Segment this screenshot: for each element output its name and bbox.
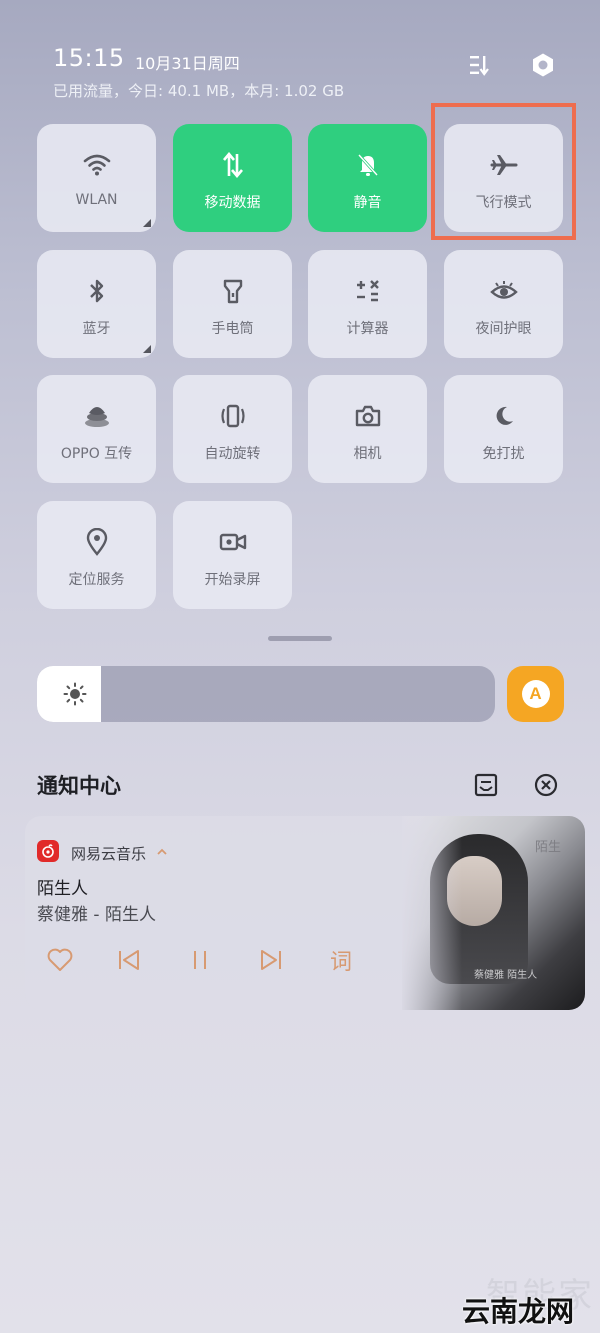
flashlight-icon	[218, 276, 248, 306]
expand-corner-icon	[143, 345, 151, 353]
drag-handle[interactable]	[268, 636, 332, 641]
notification-settings-icon[interactable]	[473, 772, 501, 800]
camera-icon	[353, 401, 383, 431]
tile-do-not-disturb[interactable]: 免打扰	[444, 375, 563, 483]
clock-time: 15:15	[53, 44, 125, 72]
tile-bluetooth[interactable]: 蓝牙	[37, 250, 156, 358]
tile-label: 定位服务	[68, 572, 125, 588]
music-notification-card[interactable]: 陌生 蔡健雅 陌生人 网易云音乐 陌生人 蔡健雅 - 陌生人 词	[25, 816, 585, 1010]
auto-brightness-label: A	[521, 680, 550, 708]
clear-notifications-icon[interactable]	[533, 772, 561, 800]
edit-tiles-icon[interactable]	[465, 50, 495, 80]
settings-icon[interactable]	[528, 50, 558, 80]
notification-center-title: 通知中心	[37, 774, 121, 798]
tile-screen-record[interactable]: 开始录屏	[173, 501, 292, 609]
album-art: 陌生 蔡健雅 陌生人	[402, 816, 585, 1010]
expand-corner-icon	[143, 219, 151, 227]
tile-flashlight[interactable]: 手电筒	[173, 250, 292, 358]
lyrics-button[interactable]: 词	[325, 944, 357, 976]
tile-night-eye[interactable]: 夜间护眼	[444, 250, 563, 358]
tile-auto-rotate[interactable]: 自动旋转	[173, 375, 292, 483]
tile-label: 计算器	[346, 321, 389, 337]
app-name: 网易云音乐	[71, 845, 147, 863]
tile-label: 手电筒	[211, 321, 254, 337]
tile-label: 相机	[353, 446, 382, 462]
eye-icon	[489, 276, 519, 306]
silent-bell-icon	[353, 150, 383, 180]
auto-rotate-icon	[218, 401, 248, 431]
tile-label: 夜间护眼	[475, 321, 532, 337]
auto-brightness-button[interactable]: A	[507, 666, 564, 722]
like-heart-icon[interactable]	[44, 944, 76, 976]
tile-wlan[interactable]: WLAN	[37, 124, 156, 232]
next-track-icon[interactable]	[255, 944, 287, 976]
tile-camera[interactable]: 相机	[308, 375, 427, 483]
location-icon	[82, 527, 112, 557]
sun-icon	[63, 682, 87, 706]
tile-silent[interactable]: 静音	[308, 124, 427, 232]
mobile-data-icon	[218, 150, 248, 180]
oppo-share-icon	[82, 401, 112, 431]
tile-location[interactable]: 定位服务	[37, 501, 156, 609]
highlight-box	[431, 103, 576, 240]
tile-label: 开始录屏	[204, 572, 261, 588]
album-title-art: 陌生	[534, 840, 561, 855]
tile-label: WLAN	[75, 192, 118, 208]
screen-record-icon	[218, 527, 248, 557]
tile-label: 移动数据	[204, 195, 261, 211]
bluetooth-icon	[82, 276, 112, 306]
previous-track-icon[interactable]	[113, 944, 145, 976]
tile-calculator[interactable]: 计算器	[308, 250, 427, 358]
calculator-icon	[353, 276, 383, 306]
wifi-icon	[82, 150, 112, 180]
chevron-up-icon[interactable]	[156, 846, 168, 858]
tile-label: 自动旋转	[204, 446, 261, 462]
album-subtitle-art: 蔡健雅 陌生人	[474, 970, 538, 981]
data-usage-text: 已用流量，今日: 40.1 MB，本月: 1.02 GB	[53, 82, 345, 100]
song-artist: 蔡健雅 - 陌生人	[37, 905, 156, 925]
tile-label: 免打扰	[482, 446, 525, 462]
tile-label: 静音	[353, 195, 382, 211]
tile-mobile-data[interactable]: 移动数据	[173, 124, 292, 232]
watermark-text: 云南龙网	[462, 1295, 575, 1328]
brightness-slider[interactable]	[37, 666, 495, 722]
pause-icon[interactable]	[184, 944, 216, 976]
date-label: 10月31日周四	[135, 54, 240, 73]
song-title: 陌生人	[37, 879, 88, 899]
tile-oppo-share[interactable]: OPPO 互传	[37, 375, 156, 483]
tile-label: OPPO 互传	[60, 446, 133, 462]
tile-label: 蓝牙	[82, 321, 111, 337]
moon-icon	[489, 401, 519, 431]
netease-music-icon	[37, 840, 59, 862]
